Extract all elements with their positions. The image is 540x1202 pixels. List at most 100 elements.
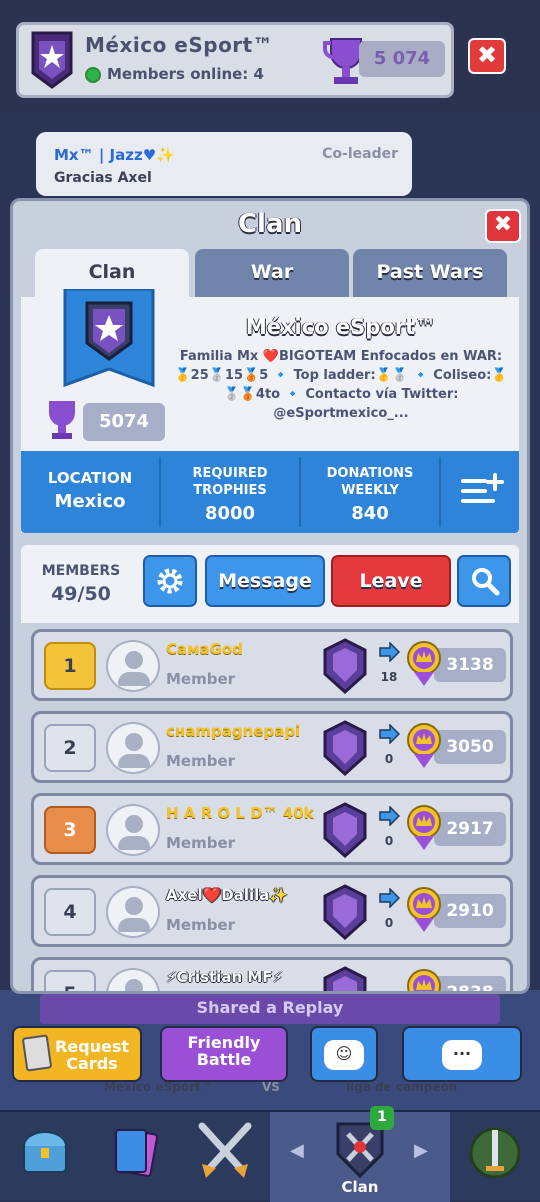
stat-donations-value: 840 [351,503,389,524]
search-button[interactable] [457,555,511,607]
settings-button[interactable] [143,555,197,607]
chat-bubble-icon: ··· [442,1040,482,1070]
member-row[interactable]: 3 H A R O L D™ 40k Member 0 2917 [31,793,513,865]
chat-text: Gracias Axel [54,170,152,186]
clan-trophy-count: 5074 [83,403,165,441]
stat-donations: DONATIONS WEEKLY 840 [301,451,439,533]
members-label: MEMBERS [41,563,121,579]
cards-icon [115,1129,158,1177]
top-clan-name: México eSport™ [85,33,274,57]
gear-icon [157,568,183,594]
member-trophies: 2910 [434,894,506,928]
members-online-label: Members online: 4 [107,65,264,83]
member-row[interactable]: 1 CaмaGod Member 18 3138 [31,629,513,701]
chat-author: Mx™ | Jazz♥✨ [54,146,175,164]
online-indicator-icon [85,67,101,83]
laurel-sword-icon [469,1127,521,1179]
nav-left-arrow-icon[interactable]: ◀ [290,1140,304,1161]
clan-top-bar[interactable]: México eSport™ Members online: 4 5 074 [16,22,454,98]
member-donations: 0 [384,834,394,848]
nav-item-cards[interactable] [90,1112,180,1202]
member-rank: 2 [44,724,96,772]
list-add-icon[interactable] [459,471,505,511]
chat-button[interactable]: ··· [402,1026,522,1082]
member-donations: 0 [384,916,394,930]
clan-name: México eSport™ [245,315,437,339]
clan-description: Familia Mx ❤️BIGOTEAM Enfocados en WAR: … [174,349,508,421]
league-icon [323,966,367,991]
request-cards-button[interactable]: Request Cards [12,1026,142,1082]
member-name: CaмaGod [166,640,243,658]
donation-arrow-icon [379,888,400,908]
stat-required-trophies: REQUIRED TROPHIES 8000 [161,451,299,533]
member-row[interactable]: 2 cнampagnepapi Member 0 3050 [31,711,513,783]
member-name: Axel❤️Dalila✨ [166,886,289,904]
member-role: Member [166,834,236,852]
nav-label-clan: Clan [341,1178,379,1196]
avatar [106,640,160,692]
stat-donations-label-2: WEEKLY [341,483,399,498]
clan-stats-bar: LOCATION Mexico REQUIRED TROPHIES 8000 D… [21,451,519,533]
clan-trophy-icon [49,401,75,439]
clan-modal: Clan ✖ Clan War Past Wars 5074 México eS… [10,198,530,994]
member-donations: 0 [384,752,394,766]
stat-required-label-2: TROPHIES [193,483,267,498]
notification-badge: 1 [370,1106,394,1130]
nav-item-tournaments[interactable] [450,1112,540,1202]
donation-arrow-icon [379,642,400,662]
member-rank: 5 [44,970,96,991]
member-rank: 3 [44,806,96,854]
message-button[interactable]: Message [205,555,325,607]
emote-icon: ☺ [324,1040,364,1070]
nav-item-shop[interactable] [0,1112,90,1202]
member-rank: 1 [44,642,96,690]
stat-location-value: Mexico [54,491,126,512]
league-icon [323,638,367,694]
league-icon [323,884,367,940]
close-button[interactable]: ✖ [468,38,506,74]
crown-icon [407,969,441,991]
member-trophies: 2838 [434,976,506,991]
stat-required-label-1: REQUIRED [192,466,268,481]
clan-badge-icon [31,31,73,89]
tab-past-wars[interactable]: Past Wars [353,249,507,297]
stat-location: LOCATION Mexico [21,451,159,533]
league-icon [323,802,367,858]
search-icon [472,568,500,596]
member-row[interactable]: 5 ⚡Cristian MF⚡ 2838 [31,957,513,991]
member-trophies: 2917 [434,812,506,846]
member-role: Member [166,670,236,688]
divider [439,457,441,527]
members-count: 49/50 [51,583,111,605]
friendly-battle-label: Friendly Battle [187,1033,261,1069]
member-trophies: 3138 [434,648,506,682]
friendly-battle-button[interactable]: Friendly Battle [160,1026,288,1082]
chat-role: Co-leader [322,146,398,162]
top-trophy-count: 5 074 [359,41,445,77]
members-panel: MEMBERS 49/50 Message Leave 1 CaмaGod Me… [21,545,519,991]
member-row[interactable]: 4 Axel❤️Dalila✨ Member 0 2910 [31,875,513,947]
nav-item-battle[interactable] [180,1112,270,1202]
bottom-nav-bar: Clan [0,1110,540,1202]
leave-button[interactable]: Leave [331,555,451,607]
modal-close-button[interactable]: ✖ [485,209,521,243]
tab-war[interactable]: War [195,249,349,297]
crown-icon [407,641,441,686]
request-cards-label: Request Cards [54,1037,130,1073]
member-trophies: 3050 [434,730,506,764]
shared-replay-bar[interactable]: Shared a Replay [40,994,500,1024]
replay-right-name: liga de campeón [346,1080,458,1094]
emote-button[interactable]: ☺ [310,1026,378,1082]
clan-banner-icon [63,289,155,388]
members-header: MEMBERS 49/50 Message Leave [21,545,519,623]
member-name: ⚡Cristian MF⚡ [166,968,284,986]
crossed-swords-icon [198,1122,252,1178]
clan-info-panel: 5074 México eSport™ Familia Mx ❤️BIGOTEA… [21,289,519,533]
chest-icon [23,1131,67,1173]
crown-icon [407,887,441,932]
crown-icon [407,723,441,768]
avatar [106,968,160,991]
member-name: cнampagnepapi [166,722,301,740]
nav-right-arrow-icon[interactable]: ▶ [414,1140,428,1161]
member-role: Member [166,752,236,770]
